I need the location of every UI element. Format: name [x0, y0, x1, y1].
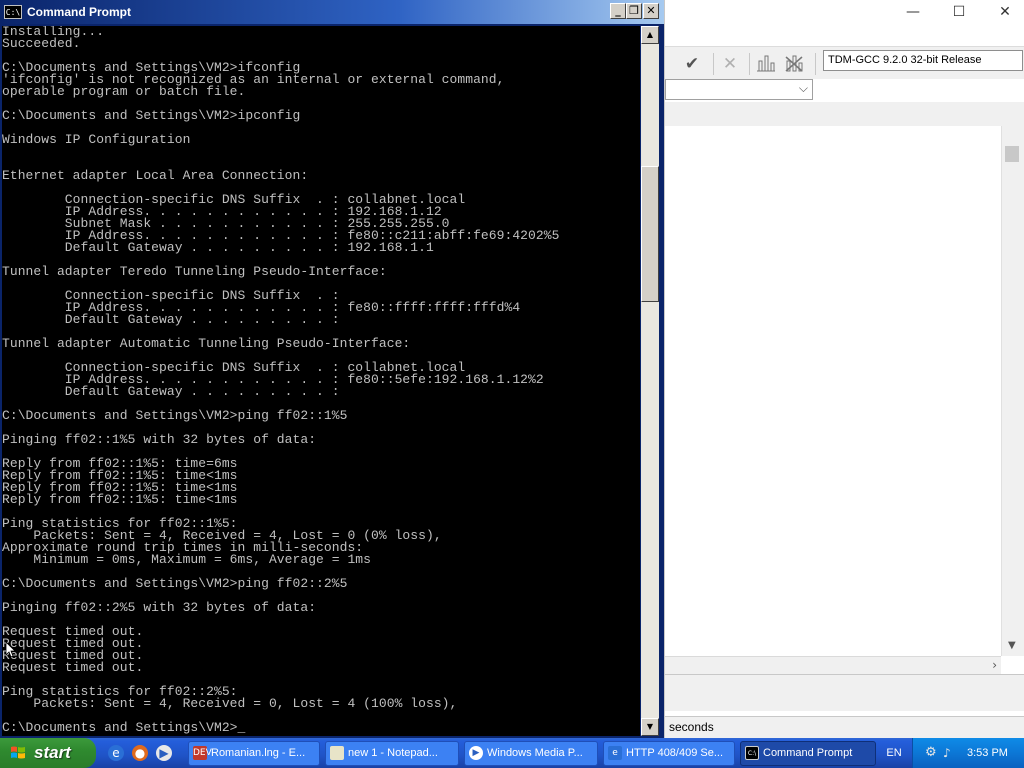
compiler-select[interactable]: TDM-GCC 9.2.0 32-bit Release [823, 50, 1023, 71]
maximize-icon[interactable]: ☐ [949, 2, 969, 22]
scroll-right-icon[interactable]: › [992, 658, 997, 672]
ide-horizontal-scrollbar[interactable]: › [665, 656, 1001, 675]
console-output: Installing... Succeeded. C:\Documents an… [2, 26, 560, 735]
media-player-icon[interactable]: ▶ [156, 745, 172, 761]
cmd-vertical-scrollbar[interactable]: ▲ ▼ [641, 26, 659, 736]
ide-tab-strip [665, 102, 1024, 127]
task-label: Romanian.lng - E... [211, 747, 306, 759]
task-label: Windows Media P... [487, 747, 583, 759]
cmd-icon: C:\ [745, 746, 759, 760]
firefox-icon[interactable]: ● [132, 745, 148, 761]
ide-titlebar: — ☐ ✕ [665, 0, 1024, 24]
start-label: start [34, 743, 71, 762]
task-label: new 1 - Notepad... [348, 747, 438, 759]
chevron-down-icon: ⌵ [798, 81, 808, 95]
notepad-icon [330, 746, 344, 760]
restore-button[interactable]: ❐ [626, 3, 642, 19]
toolbar-separator [713, 53, 714, 75]
chart-icon[interactable] [755, 53, 777, 75]
cmd-icon[interactable]: C:\ [4, 5, 22, 19]
ide-bottom-panel [665, 674, 1024, 711]
ide-window: — ☐ ✕ ✔ ✕ TDM-GCC 9.2.0 32-bit Release ⌵… [664, 0, 1024, 738]
toolbar-separator [815, 53, 816, 75]
ie-icon[interactable]: e [108, 745, 124, 761]
minimize-icon[interactable]: — [903, 2, 923, 22]
task-button-romanian[interactable]: DEV Romanian.lng - E... [188, 741, 320, 766]
language-indicator[interactable]: EN [883, 745, 905, 761]
scroll-down-button[interactable]: ▼ [641, 718, 659, 736]
start-button[interactable]: start [0, 738, 96, 768]
cmd-scroll-thumb[interactable] [641, 166, 659, 302]
ie-icon: e [608, 746, 622, 760]
network-icon[interactable]: ⚙ [925, 745, 941, 761]
cross-icon[interactable]: ✕ [719, 53, 741, 75]
windows-logo-icon [11, 746, 25, 759]
clock[interactable]: 3:53 PM [967, 745, 1008, 761]
taskbar: start e ● ▶ DEV Romanian.lng - E... new … [0, 738, 1024, 768]
ide-vertical-scrollbar[interactable]: ▼ [1001, 126, 1024, 656]
ide-status-bar: seconds [665, 716, 1024, 738]
scroll-up-button[interactable]: ▲ [641, 26, 659, 44]
delete-chart-icon[interactable] [783, 53, 805, 75]
ide-combo[interactable]: ⌵ [665, 79, 813, 100]
volume-icon[interactable]: ♪ [943, 745, 959, 761]
minimize-button[interactable]: _ [610, 3, 626, 19]
command-prompt-window: C:\ Command Prompt _ ❐ ✕ Installing... S… [0, 0, 664, 738]
task-label: HTTP 408/409 Se... [626, 747, 724, 759]
task-button-command-prompt[interactable]: C:\ Command Prompt [740, 741, 876, 766]
mouse-cursor-icon [6, 642, 16, 658]
system-tray: ⚙ ♪ 3:53 PM [912, 738, 1024, 768]
check-icon[interactable]: ✔ [681, 53, 703, 75]
close-button[interactable]: ✕ [643, 3, 659, 19]
window-title: Command Prompt [27, 5, 132, 19]
scroll-down-icon[interactable]: ▼ [1008, 640, 1016, 651]
dev-icon: DEV [193, 746, 212, 760]
close-icon[interactable]: ✕ [995, 2, 1015, 22]
ide-scroll-thumb[interactable] [1005, 146, 1019, 162]
task-button-media-player[interactable]: ▶ Windows Media P... [464, 741, 598, 766]
ide-editor[interactable] [665, 126, 1001, 656]
media-player-icon: ▶ [469, 746, 483, 760]
cmd-titlebar[interactable]: C:\ Command Prompt _ ❐ ✕ [0, 0, 664, 24]
task-button-notepad[interactable]: new 1 - Notepad... [325, 741, 459, 766]
toolbar-separator [749, 53, 750, 75]
task-label: Command Prompt [763, 747, 853, 759]
console-output-area[interactable]: Installing... Succeeded. C:\Documents an… [2, 26, 640, 736]
task-button-http[interactable]: e HTTP 408/409 Se... [603, 741, 735, 766]
